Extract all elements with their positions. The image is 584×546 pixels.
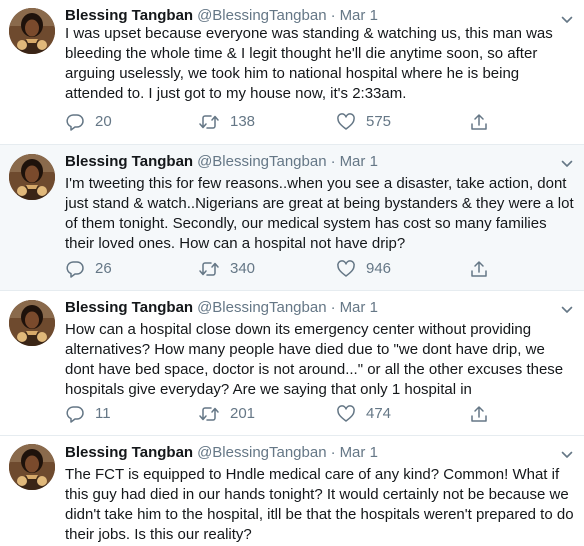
like-count: 946 [366, 260, 392, 277]
avatar-photo [9, 8, 55, 54]
share-icon [469, 404, 489, 424]
reply-button[interactable]: 26 [65, 259, 112, 279]
like-count: 474 [366, 405, 392, 422]
avatar-photo [9, 300, 55, 346]
avatar[interactable] [9, 444, 55, 490]
reply-icon [65, 259, 85, 279]
author-name[interactable]: Blessing Tangban [65, 7, 193, 24]
tweet-date[interactable]: Mar 1 [340, 153, 378, 170]
avatar[interactable] [9, 154, 55, 200]
heart-icon [336, 404, 356, 424]
share-button[interactable] [469, 404, 489, 424]
author-handle[interactable]: @BlessingTangban [197, 299, 326, 316]
avatar[interactable] [9, 300, 55, 346]
retweet-icon [198, 259, 220, 279]
tweet-actions: 20 138 575 [65, 112, 505, 132]
tweet-thread: Blessing Tangban @BlessingTangban · Mar 1 I… [0, 0, 584, 546]
share-icon [469, 112, 489, 132]
avatar[interactable] [9, 8, 55, 54]
share-icon [469, 259, 489, 279]
reply-count: 11 [95, 405, 111, 422]
retweet-icon [198, 112, 220, 132]
tweet-actions: 26 340 946 [65, 259, 505, 279]
tweet-header: Blessing Tangban @BlessingTangban · Mar 1 [65, 443, 574, 463]
heart-icon [336, 112, 356, 132]
separator-dot: · [330, 299, 336, 316]
tweet-text: I'm tweeting this for few reasons..when … [65, 175, 574, 252]
tweet-date[interactable]: Mar 1 [340, 7, 378, 24]
tweet-date[interactable]: Mar 1 [340, 299, 378, 316]
like-button[interactable]: 575 [336, 112, 391, 132]
tweet[interactable]: Blessing Tangban @BlessingTangban · Mar 1 I… [0, 144, 584, 290]
tweet[interactable]: Blessing Tangban @BlessingTangban · Mar 1 I… [0, 0, 584, 144]
tweet-date[interactable]: Mar 1 [340, 444, 378, 461]
reply-count: 20 [95, 113, 112, 130]
like-count: 575 [366, 113, 392, 130]
author-handle[interactable]: @BlessingTangban [197, 153, 326, 170]
retweet-count: 201 [230, 405, 256, 422]
tweet-header: Blessing Tangban @BlessingTangban · Mar 1 [65, 6, 574, 26]
separator-dot: · [330, 153, 336, 170]
reply-button[interactable]: 11 [65, 404, 111, 424]
author-name[interactable]: Blessing Tangban [65, 153, 193, 170]
share-button[interactable] [469, 112, 489, 132]
tweet[interactable]: Blessing Tangban @BlessingTangban · Mar 1 T… [0, 435, 584, 546]
tweet-text: The FCT is equipped to Hndle medical car… [65, 466, 574, 543]
author-name[interactable]: Blessing Tangban [65, 299, 193, 316]
separator-dot: · [330, 7, 336, 24]
heart-icon [336, 259, 356, 279]
chevron-down-icon[interactable] [561, 157, 573, 169]
retweet-icon [198, 404, 220, 424]
avatar-photo [9, 154, 55, 200]
like-button[interactable]: 474 [336, 404, 391, 424]
tweet-actions: 11 201 474 [65, 404, 505, 424]
avatar-photo [9, 444, 55, 490]
reply-button[interactable]: 20 [65, 112, 112, 132]
like-button[interactable]: 946 [336, 259, 391, 279]
chevron-down-icon[interactable] [561, 448, 573, 460]
author-name[interactable]: Blessing Tangban [65, 444, 193, 461]
retweet-count: 138 [230, 113, 256, 130]
retweet-count: 340 [230, 260, 256, 277]
tweet-header: Blessing Tangban @BlessingTangban · Mar 1 [65, 152, 574, 172]
separator-dot: · [330, 444, 336, 461]
tweet[interactable]: Blessing Tangban @BlessingTangban · Mar 1 H… [0, 290, 584, 435]
reply-icon [65, 112, 85, 132]
reply-count: 26 [95, 260, 112, 277]
share-button[interactable] [469, 259, 489, 279]
reply-icon [65, 404, 85, 424]
tweet-text: How can a hospital close down its emerge… [65, 321, 564, 398]
retweet-button[interactable]: 340 [198, 259, 255, 279]
author-handle[interactable]: @BlessingTangban [197, 444, 326, 461]
retweet-button[interactable]: 138 [198, 112, 255, 132]
chevron-down-icon[interactable] [561, 303, 573, 315]
tweet-header: Blessing Tangban @BlessingTangban · Mar 1 [65, 298, 574, 318]
tweet-text: I was upset because everyone was standin… [65, 25, 553, 102]
retweet-button[interactable]: 201 [198, 404, 255, 424]
author-handle[interactable]: @BlessingTangban [197, 7, 326, 24]
